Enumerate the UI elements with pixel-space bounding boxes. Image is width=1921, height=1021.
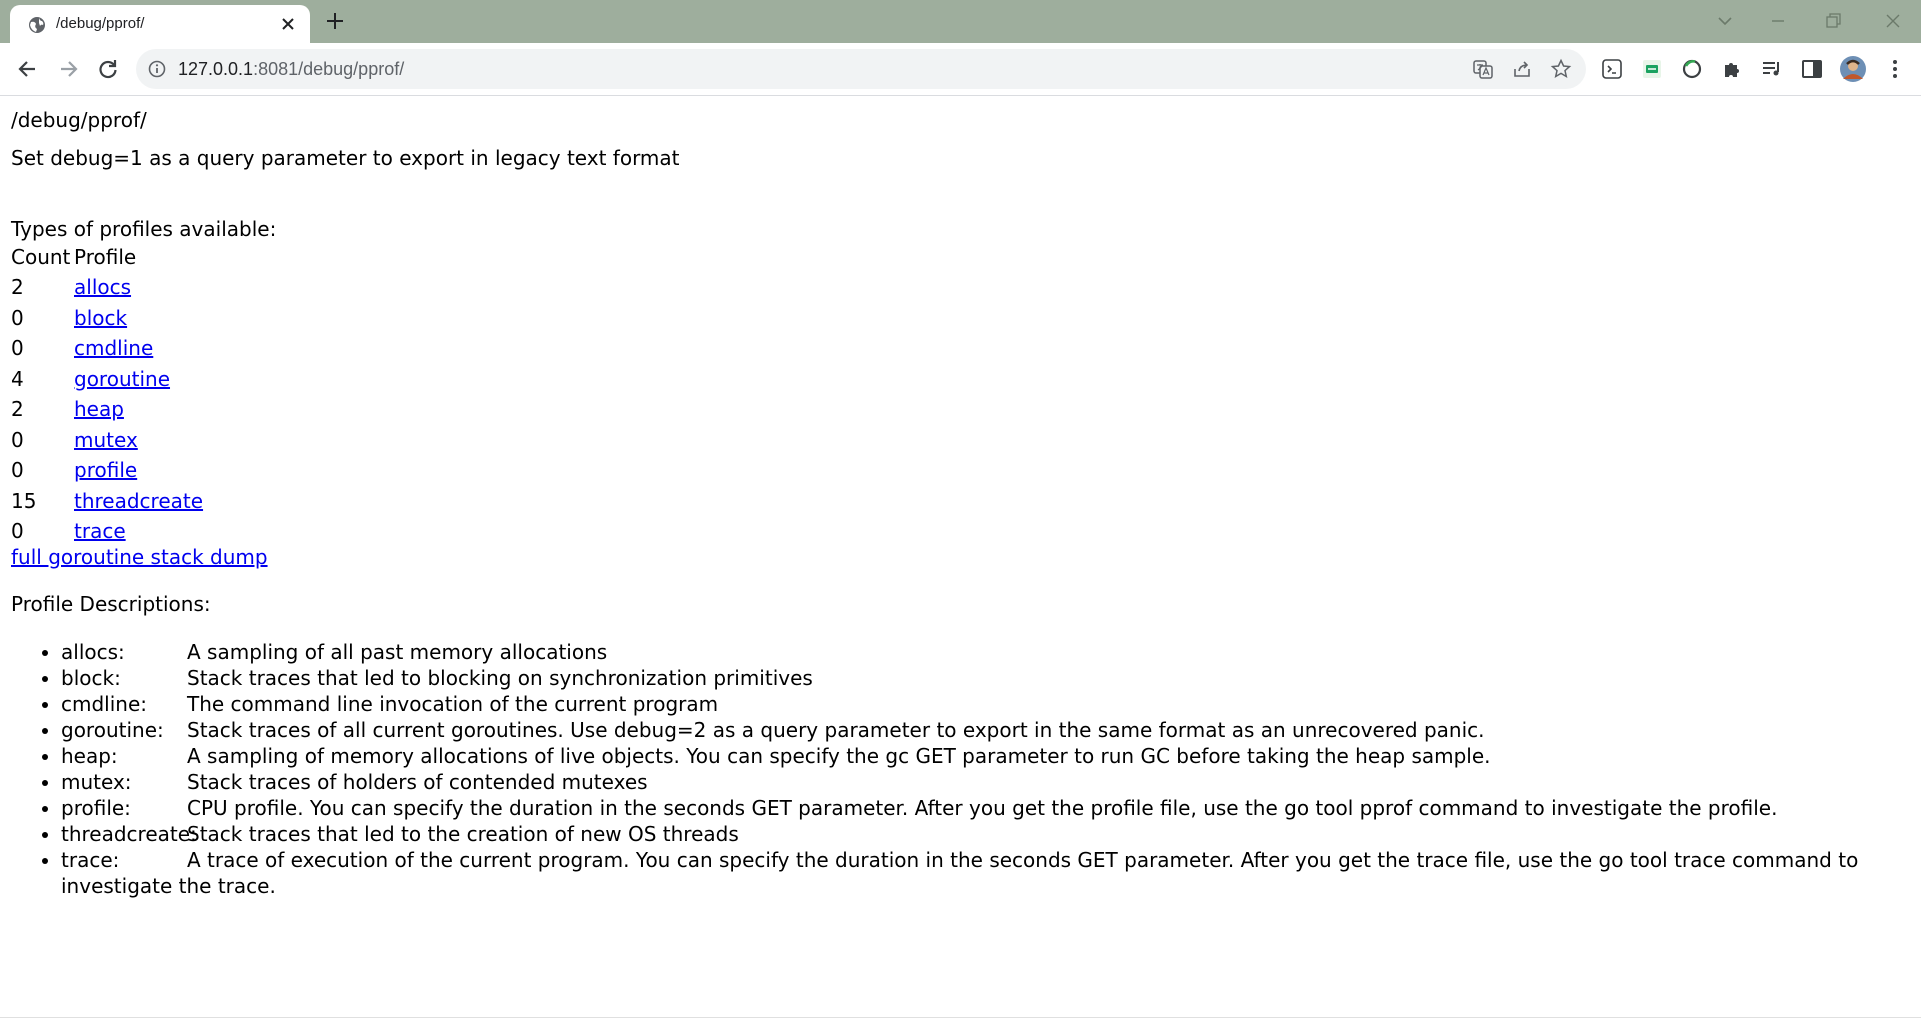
page-bottom-divider bbox=[0, 1017, 1921, 1018]
table-row: 2 allocs bbox=[11, 272, 203, 303]
description-name: threadcreate: bbox=[61, 821, 197, 846]
profile-count: 0 bbox=[11, 519, 24, 544]
profile-link-threadcreate[interactable]: threadcreate bbox=[74, 489, 203, 513]
profile-link-cmdline[interactable]: cmdline bbox=[74, 336, 153, 360]
url-path: :8081/debug/pprof/ bbox=[253, 59, 405, 79]
extension-green-icon[interactable] bbox=[1640, 57, 1664, 81]
description-text: CPU profile. You can specify the duratio… bbox=[187, 795, 1778, 820]
more-menu-icon[interactable] bbox=[1883, 57, 1907, 81]
tab-title: /debug/pprof/ bbox=[56, 15, 145, 32]
description-text: The command line invocation of the curre… bbox=[187, 691, 719, 716]
table-row: 4 goroutine bbox=[11, 364, 203, 395]
tab-strip: /debug/pprof/ bbox=[0, 0, 1921, 43]
profile-count: 0 bbox=[11, 458, 24, 483]
restore-icon[interactable] bbox=[1820, 8, 1846, 34]
full-goroutine-dump-link[interactable]: full goroutine stack dump bbox=[11, 544, 1911, 570]
table-header-row: Count Profile bbox=[11, 242, 203, 272]
profile-link-goroutine[interactable]: goroutine bbox=[74, 367, 170, 391]
table-row: 15 threadcreate bbox=[11, 486, 203, 517]
profile-link-profile[interactable]: profile bbox=[74, 458, 137, 482]
browser-toolbar: 127.0.0.1:8081/debug/pprof/ bbox=[0, 43, 1921, 96]
count-header: Count bbox=[11, 245, 71, 269]
profile-header: Profile bbox=[74, 245, 137, 269]
list-item: allocs: A sampling of all past memory all… bbox=[61, 639, 1911, 665]
list-item: goroutine: Stack traces of all current go… bbox=[61, 717, 1911, 743]
table-row: 0 trace bbox=[11, 516, 203, 547]
site-info-icon[interactable] bbox=[148, 60, 166, 78]
translate-icon[interactable] bbox=[1472, 58, 1494, 80]
description-text: Stack traces that led to blocking on syn… bbox=[187, 665, 813, 690]
description-name: block: bbox=[61, 665, 121, 690]
description-name: trace: bbox=[61, 847, 120, 872]
profile-count: 0 bbox=[11, 427, 24, 452]
profiles-table: Count Profile 2 allocs 0 block 0 cmdline… bbox=[8, 242, 206, 547]
list-item: profile: CPU profile. You can specify the… bbox=[61, 795, 1911, 821]
description-name: profile: bbox=[61, 795, 131, 820]
table-row: 0 profile bbox=[11, 455, 203, 486]
new-tab-icon[interactable] bbox=[324, 10, 346, 32]
back-icon[interactable] bbox=[15, 56, 41, 82]
description-name: mutex: bbox=[61, 769, 132, 794]
profile-count: 0 bbox=[11, 336, 24, 361]
list-item: threadcreate:Stack traces that led to th… bbox=[61, 821, 1911, 847]
profile-count: 0 bbox=[11, 305, 24, 330]
bookmark-star-icon[interactable] bbox=[1550, 58, 1572, 80]
description-name: heap: bbox=[61, 743, 118, 768]
description-text: A sampling of memory allocations of live… bbox=[187, 743, 1491, 768]
description-name: allocs: bbox=[61, 639, 125, 664]
address-bar[interactable]: 127.0.0.1:8081/debug/pprof/ bbox=[136, 49, 1586, 89]
description-name: cmdline: bbox=[61, 691, 148, 716]
profile-link-trace[interactable]: trace bbox=[74, 519, 126, 543]
extension-terminal-icon[interactable] bbox=[1600, 57, 1624, 81]
profile-count: 2 bbox=[11, 275, 24, 300]
tab-search-icon[interactable] bbox=[1712, 8, 1738, 34]
extension-ring-icon[interactable] bbox=[1680, 57, 1704, 81]
profile-link-block[interactable]: block bbox=[74, 306, 127, 330]
description-text: Stack traces that led to the creation of… bbox=[187, 821, 739, 846]
close-window-icon[interactable] bbox=[1880, 8, 1906, 34]
table-row: 0 cmdline bbox=[11, 333, 203, 364]
profile-link-heap[interactable]: heap bbox=[74, 397, 124, 421]
profile-link-allocs[interactable]: allocs bbox=[74, 275, 131, 299]
puzzle-icon[interactable] bbox=[1720, 57, 1744, 81]
list-item: heap: A sampling of memory allocations of… bbox=[61, 743, 1911, 769]
list-item: block: Stack traces that led to blocking … bbox=[61, 665, 1911, 691]
url-host: 127.0.0.1 bbox=[178, 59, 254, 79]
reload-icon[interactable] bbox=[95, 56, 121, 82]
url-text: 127.0.0.1:8081/debug/pprof/ bbox=[178, 59, 404, 80]
forward-icon[interactable] bbox=[55, 56, 81, 82]
description-text: Stack traces of holders of contended mut… bbox=[187, 769, 648, 794]
profile-count: 4 bbox=[11, 366, 24, 391]
browser-tab[interactable]: /debug/pprof/ bbox=[10, 5, 310, 43]
table-row: 2 heap bbox=[11, 394, 203, 425]
close-tab-icon[interactable] bbox=[278, 14, 298, 34]
side-panel-icon[interactable] bbox=[1800, 57, 1824, 81]
description-text: A trace of execution of the current prog… bbox=[61, 847, 1859, 898]
page-title: /debug/pprof/ bbox=[11, 108, 147, 132]
descriptions-list: allocs: A sampling of all past memory all… bbox=[11, 639, 1911, 899]
descriptions-label: Profile Descriptions: bbox=[11, 591, 211, 616]
table-row: 0 mutex bbox=[11, 425, 203, 456]
share-icon[interactable] bbox=[1511, 58, 1533, 80]
description-text: A sampling of all past memory allocation… bbox=[187, 639, 608, 664]
avatar[interactable] bbox=[1839, 55, 1867, 83]
page-content: /debug/pprof/ Set debug=1 as a query par… bbox=[11, 96, 1911, 899]
profile-link-mutex[interactable]: mutex bbox=[74, 428, 138, 452]
globe-icon bbox=[29, 17, 45, 33]
types-label: Types of profiles available: bbox=[11, 217, 277, 241]
profile-count: 15 bbox=[11, 488, 37, 513]
list-item: mutex: Stack traces of holders of contend… bbox=[61, 769, 1911, 795]
description-name: goroutine: bbox=[61, 717, 164, 742]
table-row: 0 block bbox=[11, 303, 203, 334]
profile-count: 2 bbox=[11, 397, 24, 422]
list-item: trace:A trace of execution of the curren… bbox=[61, 847, 1911, 899]
minimize-icon[interactable] bbox=[1765, 8, 1791, 34]
legacy-format-hint: Set debug=1 as a query parameter to expo… bbox=[11, 146, 680, 170]
media-queue-icon[interactable] bbox=[1760, 57, 1784, 81]
list-item: cmdline: The command line invocation of t… bbox=[61, 691, 1911, 717]
description-text: Stack traces of all current goroutines. … bbox=[187, 717, 1485, 742]
